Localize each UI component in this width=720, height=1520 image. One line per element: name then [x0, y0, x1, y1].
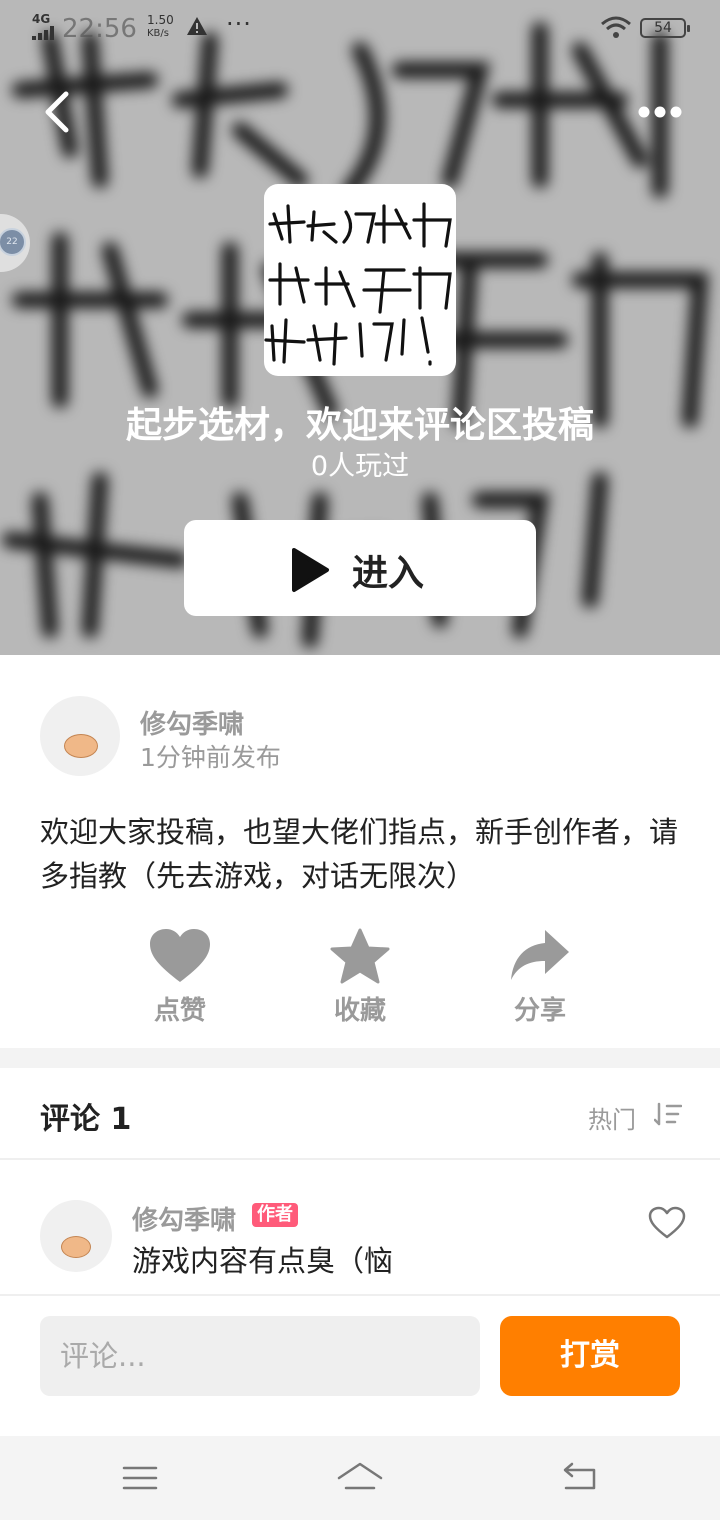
sort-icon[interactable]: [654, 1102, 682, 1126]
post-time: 1分钟前发布: [140, 743, 281, 772]
author-avatar[interactable]: [40, 696, 120, 776]
played-count: 0人玩过: [310, 451, 410, 482]
network-speed: 1.50 KB/s: [147, 13, 174, 40]
battery-icon: 54: [640, 18, 690, 38]
cover-handwriting-image: [264, 202, 452, 366]
like-label: 点赞: [153, 996, 206, 1026]
comment-like-icon[interactable]: [648, 1206, 686, 1240]
game-cover: [264, 184, 456, 376]
favorite-label: 收藏: [333, 996, 386, 1026]
comments-title: 评论 1: [40, 1102, 132, 1137]
tip-button[interactable]: 打赏: [500, 1316, 680, 1396]
comment-author[interactable]: 修勾季啸: [132, 1200, 236, 1237]
more-notifications-icon: ···: [226, 10, 252, 38]
comment-text: 游戏内容有点臭（恼: [132, 1244, 394, 1278]
network-type: 4G: [32, 12, 51, 26]
home-icon[interactable]: [336, 1456, 384, 1500]
back-nav-icon[interactable]: [560, 1456, 600, 1500]
back-button[interactable]: [36, 88, 80, 136]
game-title: 起步选材，欢迎来评论区投稿: [125, 405, 594, 446]
enter-game-button[interactable]: 进入: [184, 520, 536, 616]
signal-icon: [32, 26, 54, 40]
like-button[interactable]: 点赞: [130, 928, 230, 1038]
enter-label: 进入: [352, 553, 425, 594]
play-icon: [292, 548, 329, 592]
post-description: 欢迎大家投稿，也望大佬们指点，新手创作者，请多指教（先去游戏，对话无限次）: [40, 815, 679, 893]
menu-icon[interactable]: [122, 1456, 158, 1500]
section-divider: [0, 1048, 720, 1068]
game-header: 4G 22:56 1.50 KB/s ··· 54 22 起步选材，欢迎来评论区…: [0, 0, 720, 655]
divider: [0, 1294, 720, 1296]
floating-ball-label: 22: [0, 228, 26, 256]
share-label: 分享: [513, 996, 566, 1026]
favorite-button[interactable]: 收藏: [310, 928, 410, 1038]
share-icon: [511, 930, 569, 980]
sort-hot-button[interactable]: 热门: [588, 1100, 636, 1135]
comment-avatar[interactable]: [40, 1200, 112, 1272]
share-button[interactable]: 分享: [490, 928, 590, 1038]
heart-icon: [150, 929, 210, 982]
wifi-icon: [601, 16, 631, 38]
star-icon: [330, 928, 390, 984]
clock: 22:56: [62, 14, 137, 44]
comment-input[interactable]: [40, 1316, 480, 1396]
system-navigation-bar: [0, 1436, 720, 1520]
author-name[interactable]: 修勾季啸: [140, 704, 244, 741]
divider: [0, 1158, 720, 1160]
more-options-button[interactable]: [630, 92, 690, 132]
author-badge: 作者: [252, 1203, 298, 1227]
warning-icon: [187, 17, 207, 35]
status-bar: 4G 22:56 1.50 KB/s ··· 54: [0, 0, 720, 56]
